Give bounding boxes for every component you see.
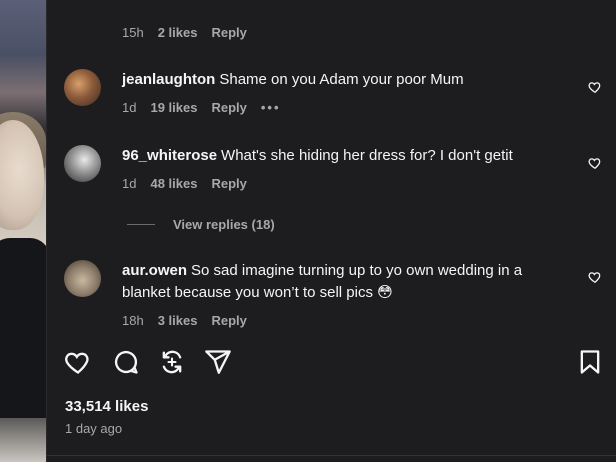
flushed-emoji: 😳: [377, 284, 393, 301]
divider: [47, 455, 616, 456]
comment-icon[interactable]: [112, 348, 140, 376]
heart-icon[interactable]: [64, 348, 92, 376]
comment-meta: 1d 48 likes Reply: [122, 176, 247, 191]
comment-item: jeanlaughton Shame on you Adam your poor …: [64, 69, 616, 121]
comment-body: Shame on you Adam your poor Mum: [219, 71, 464, 88]
comment-time: 1d: [122, 176, 137, 191]
reply-button[interactable]: Reply: [211, 313, 246, 328]
avatar[interactable]: [64, 260, 101, 297]
comment-time: 1d: [122, 100, 137, 115]
comment-item: 96_whiterose What's she hiding her dress …: [64, 145, 616, 197]
post-likes-count[interactable]: 33,514 likes: [65, 398, 148, 415]
like-comment-heart-icon[interactable]: [588, 270, 602, 284]
comment-username[interactable]: aur.owen: [122, 262, 187, 279]
like-comment-heart-icon[interactable]: [588, 80, 602, 94]
comment-text: aur.owen So sad imagine turning up to yo …: [122, 260, 572, 304]
share-icon[interactable]: [204, 348, 232, 376]
comment-text: jeanlaughton Shame on you Adam your poor …: [122, 69, 562, 91]
comment-likes[interactable]: 19 likes: [150, 100, 197, 115]
comment-time: 15h: [122, 25, 144, 40]
reply-button[interactable]: Reply: [211, 176, 246, 191]
post-actions: [64, 348, 604, 378]
avatar[interactable]: [64, 69, 101, 106]
view-replies-label: View replies (18): [173, 217, 275, 232]
more-options-button[interactable]: •••: [261, 100, 281, 115]
comment-body: What's she hiding her dress for? I don't…: [221, 147, 513, 164]
comment-likes[interactable]: 2 likes: [158, 25, 198, 40]
save-icon[interactable]: [576, 348, 604, 376]
repost-icon[interactable]: [158, 348, 186, 376]
view-replies-button[interactable]: View replies (18): [127, 217, 275, 232]
comment-username[interactable]: 96_whiterose: [122, 147, 217, 164]
post-timestamp: 1 day ago: [65, 421, 123, 436]
avatar[interactable]: [64, 145, 101, 182]
comment-meta: 18h 3 likes Reply: [122, 313, 247, 328]
post-image-strip[interactable]: [0, 0, 46, 462]
comment-likes[interactable]: 3 likes: [158, 313, 198, 328]
replies-line: [127, 224, 155, 225]
reply-button[interactable]: Reply: [211, 25, 246, 40]
top-comment-meta: 15h 2 likes Reply: [122, 25, 247, 40]
comment-likes[interactable]: 48 likes: [150, 176, 197, 191]
like-comment-heart-icon[interactable]: [588, 156, 602, 170]
comment-time: 18h: [122, 313, 144, 328]
comment-item: aur.owen So sad imagine turning up to yo …: [64, 260, 616, 334]
reply-button[interactable]: Reply: [211, 100, 246, 115]
comment-username[interactable]: jeanlaughton: [122, 71, 215, 88]
divider: [46, 0, 47, 462]
comment-text: 96_whiterose What's she hiding her dress …: [122, 145, 562, 167]
comment-meta: 1d 19 likes Reply •••: [122, 100, 281, 115]
image-coat: [0, 238, 46, 418]
